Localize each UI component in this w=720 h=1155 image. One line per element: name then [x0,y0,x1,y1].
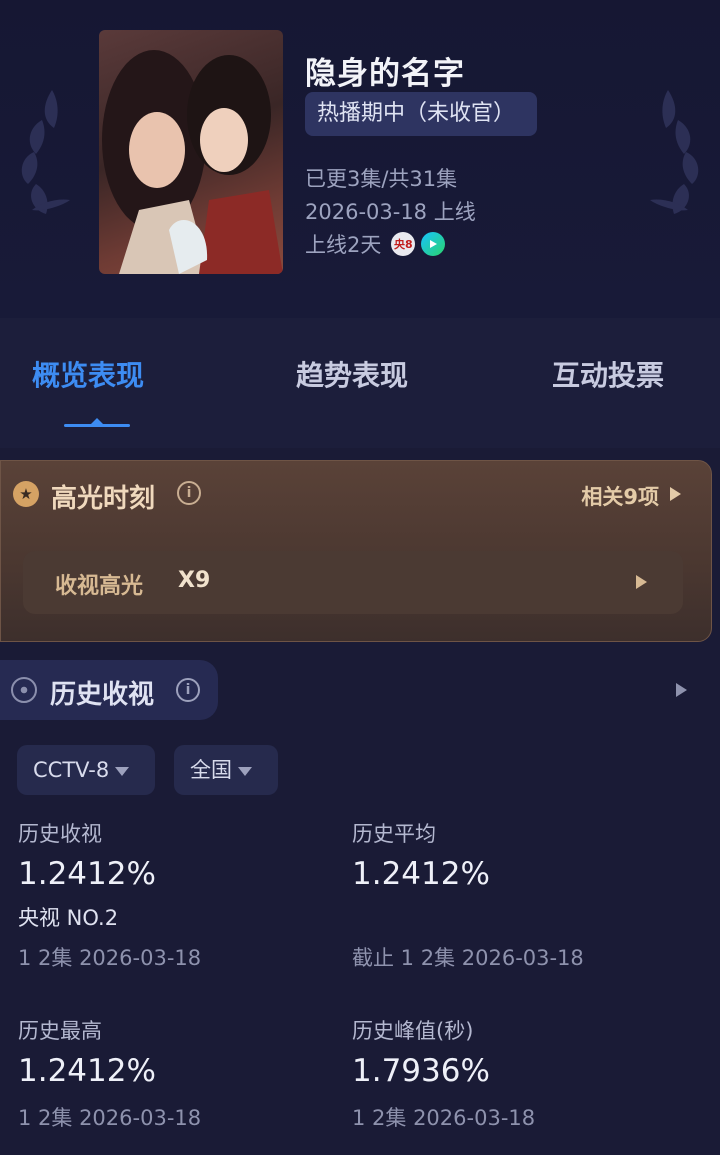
play-arrow-icon[interactable] [676,683,687,697]
stat-date: 1 2集 2026-03-18 [18,946,202,970]
info-icon[interactable]: i [176,678,200,702]
laurel-right-icon [650,90,699,214]
show-poster[interactable] [99,30,283,274]
play-arrow-icon [636,575,647,589]
stat-value: 1.7936% [352,1053,490,1089]
caret-down-icon [238,766,252,776]
online-days-row: 上线2天 央8 [305,229,446,259]
region-select-value: 全国 [190,758,232,782]
show-header: 隐身的名字 热播期中（未收官） 已更3集/共31集 2026-03-18 上线 … [0,0,720,318]
premiere-date: 2026-03-18 上线 [305,200,476,224]
status-badge: 热播期中（未收官） [305,92,538,136]
highlight-row[interactable]: 收视高光 X9 [23,551,683,614]
stat-value: 1.2412% [18,856,156,892]
laurel-left-icon [21,90,70,214]
highlight-title: 高光时刻 [51,484,156,514]
highlight-related-link[interactable]: 相关9项 [581,481,659,511]
stat-date: 截止 1 2集 2026-03-18 [352,946,584,970]
tab-bar: 概览表现 趋势表现 互动投票 [0,318,720,448]
caret-down-icon [115,766,130,776]
stat-label: 历史收视 [18,822,102,846]
highlight-card: ★ 高光时刻 i 相关9项 收视高光 X9 [0,460,712,642]
film-reel-icon [11,677,37,703]
poster-art [102,50,283,274]
channel-select[interactable]: CCTV-8 [17,745,155,795]
stat-label: 历史平均 [352,822,436,846]
info-icon[interactable]: i [177,481,201,505]
stat-label: 历史最高 [18,1019,102,1043]
channel-select-value: CCTV-8 [33,758,110,782]
online-days: 上线2天 [305,233,382,257]
tab-vote[interactable]: 互动投票 [552,354,664,394]
show-title: 隐身的名字 [305,56,465,92]
history-title: 历史收视 [50,680,155,710]
stat-value: 1.2412% [352,856,490,892]
star-badge-icon: ★ [13,481,39,507]
history-section-header: 历史收视 i [0,660,218,720]
episode-count: 已更3集/共31集 [305,167,458,191]
tencent-video-icon[interactable] [421,232,446,256]
tab-overview[interactable]: 概览表现 [32,354,144,394]
stat-date: 1 2集 2026-03-18 [18,1106,202,1130]
stat-label: 历史峰值(秒) [352,1019,474,1043]
tab-trend[interactable]: 趋势表现 [296,354,408,394]
tab-indicator [64,418,130,427]
stat-value: 1.2412% [18,1053,156,1089]
region-select[interactable]: 全国 [174,745,278,795]
stat-date: 1 2集 2026-03-18 [352,1106,536,1130]
cctv8-logo-icon[interactable]: 央8 [391,232,416,256]
highlight-row-label: 收视高光 [55,574,144,599]
play-arrow-icon[interactable] [670,487,681,501]
highlight-row-count: X9 [178,568,211,593]
stat-rank: 央视 NO.2 [18,906,119,930]
